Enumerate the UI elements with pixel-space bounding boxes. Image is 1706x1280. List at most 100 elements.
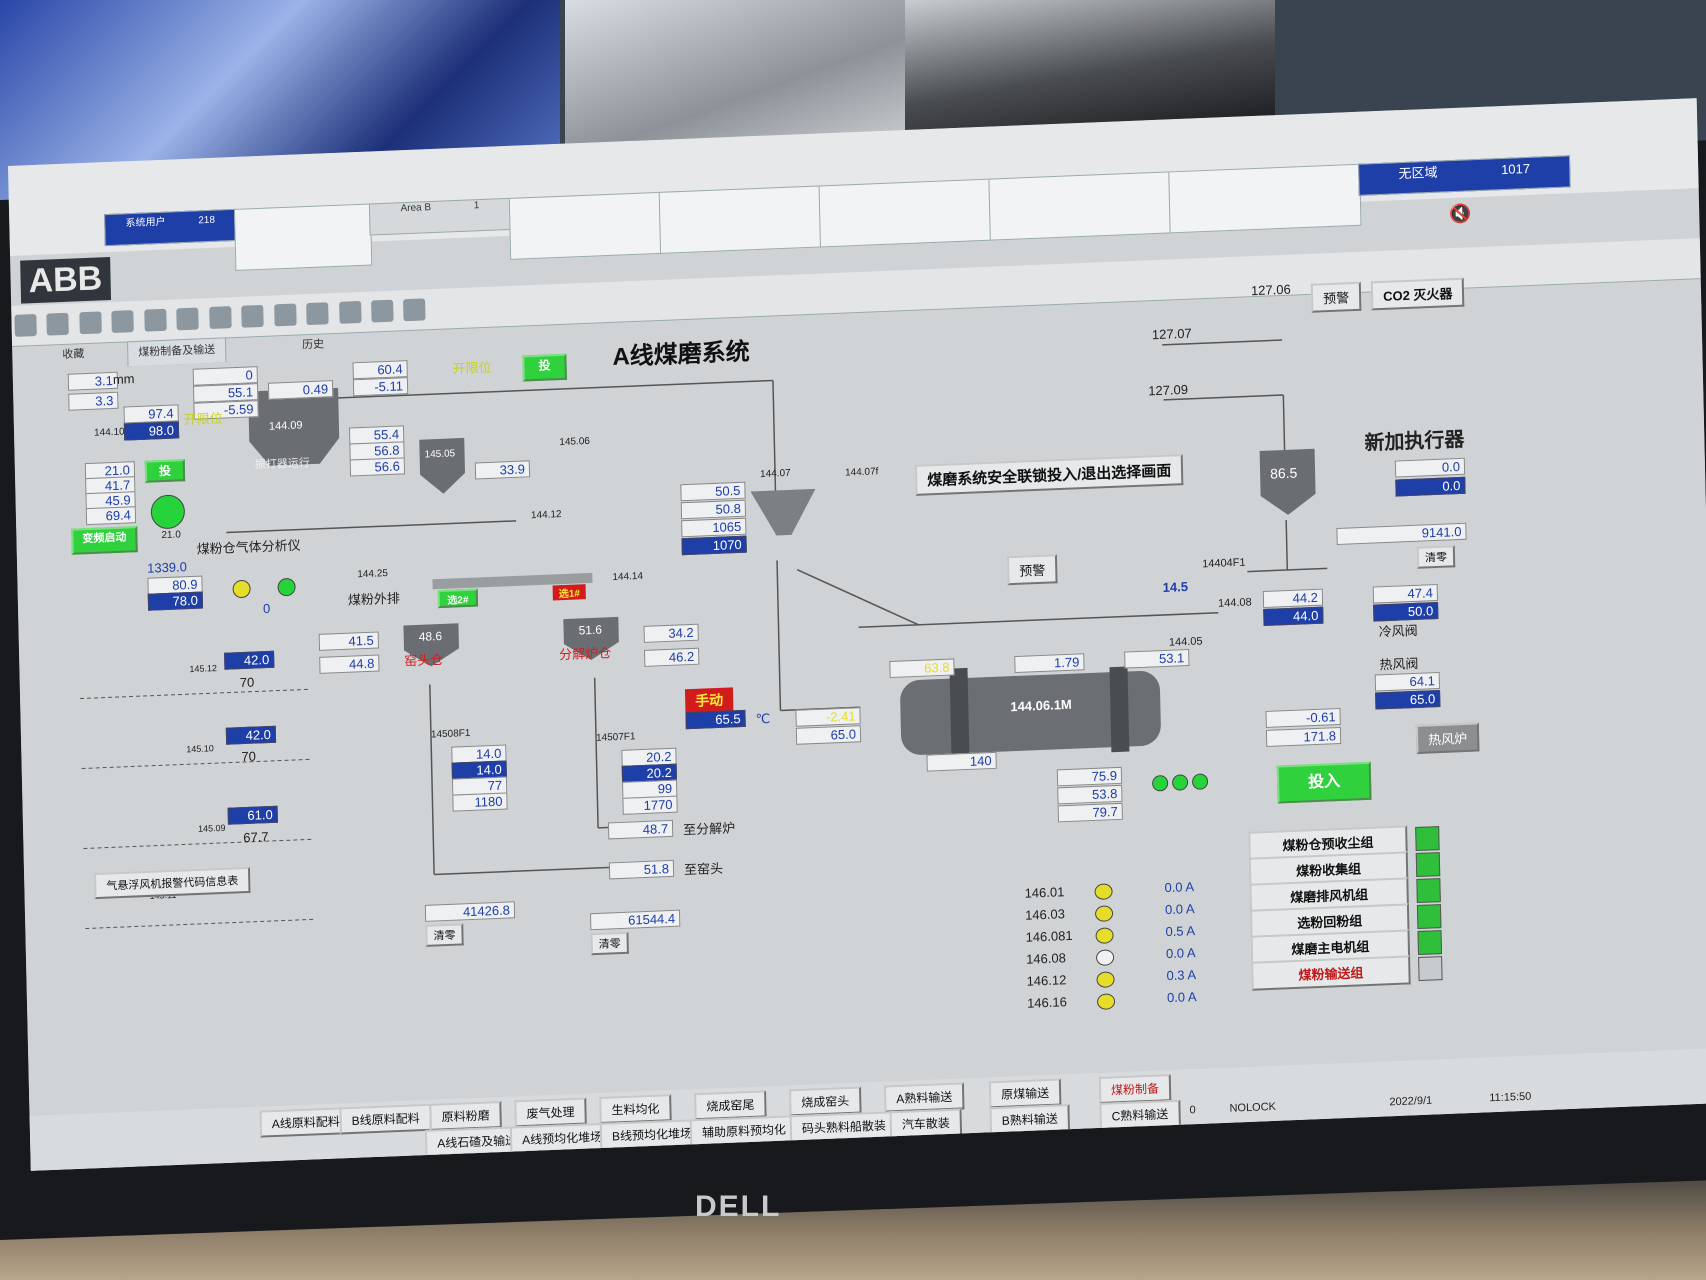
alarm-cell[interactable] <box>988 171 1172 241</box>
nav-button[interactable]: A线原料配料 <box>259 1106 353 1138</box>
total-61544: 61544.4 <box>590 909 681 931</box>
overview-icon[interactable] <box>46 312 70 336</box>
process-canvas: A线煤磨系统 3.1 mm 3.3 0 55.1 -5.59 0.49 97.4… <box>12 277 1706 1171</box>
alarm-cell[interactable] <box>658 185 822 254</box>
value-566: 56.6 <box>349 457 406 477</box>
coal-feed-440: 44.0 <box>1263 606 1324 626</box>
alarm-button-1[interactable]: 预警 <box>1006 554 1058 586</box>
spare-start-button[interactable]: 变频启动 <box>71 526 138 555</box>
zone-cell[interactable]: 无区域 1017 <box>1358 155 1571 196</box>
event-list-icon[interactable] <box>403 298 426 322</box>
feed-rpm1180: 1180 <box>452 792 508 812</box>
separator <box>750 488 816 536</box>
nav-button[interactable]: B线原料配料 <box>339 1103 432 1135</box>
fan-current: 0.3 A <box>1166 966 1197 984</box>
back-arrow-icon[interactable] <box>144 308 167 332</box>
temp-1718: 171.8 <box>1265 726 1342 747</box>
grid-icon[interactable] <box>306 302 329 326</box>
tab-favorites[interactable]: 收藏 <box>52 343 95 369</box>
group-status-indicator <box>1416 878 1441 904</box>
hot-furnace-button[interactable]: 热风炉 <box>1415 722 1480 754</box>
user-cell[interactable]: 系统用户 218 <box>104 208 237 247</box>
tou-button[interactable]: 投 <box>522 353 567 382</box>
warning-icon[interactable] <box>79 311 102 335</box>
select2-button[interactable]: 选2# <box>437 588 479 609</box>
flow-42a: 42.0 <box>224 650 275 670</box>
info-icon[interactable] <box>111 310 135 333</box>
user-label: 系统用户 <box>125 216 166 230</box>
manual-mode-indicator[interactable]: 手动 <box>684 687 734 714</box>
tag-145-05: 145.05 <box>424 448 456 461</box>
value-1065: 1065 <box>681 517 747 538</box>
tou-button-left[interactable]: 投 <box>144 459 186 483</box>
select1-button[interactable]: 选1# <box>552 584 587 601</box>
tag-144-07: 144.07 <box>759 467 791 481</box>
tag-144-05: 144.05 <box>1168 635 1203 649</box>
feed-rpm1770: 1770 <box>622 795 678 815</box>
pressure-487: 48.7 <box>607 819 674 840</box>
cold-valve-label: 冷风阀 <box>1378 622 1418 640</box>
nav-button[interactable]: 原煤输送 <box>988 1078 1062 1109</box>
value-mm2: 3.3 <box>68 391 119 411</box>
alarm-cell[interactable] <box>1168 163 1362 234</box>
value-415: 41.5 <box>318 631 379 651</box>
value-462: 46.2 <box>644 647 700 667</box>
page-title: A线煤磨系统 <box>612 338 750 371</box>
co2-extinguisher-button[interactable]: CO2 灭火器 <box>1370 277 1465 311</box>
tab-history[interactable]: 历史 <box>292 333 335 359</box>
alarm-cell[interactable] <box>233 203 373 271</box>
pressure-241: -2.41 <box>795 707 861 727</box>
open-limit-top: 开限位 <box>452 359 492 377</box>
value-342: 34.2 <box>643 623 699 643</box>
list-icon[interactable] <box>208 306 232 330</box>
hmi-screen: 系统用户 218 Area B 1 无区域 1017 🔇 ABB 收藏 煤粉制备… <box>8 98 1706 1171</box>
nav-button[interactable]: 汽车散装 <box>889 1108 963 1139</box>
motor-temp-1: 53.8 <box>1057 784 1123 805</box>
tag-144-12: 144.12 <box>530 509 562 522</box>
value-ppm0: 0 <box>262 600 271 617</box>
group-status-indicator <box>1415 826 1440 852</box>
status-date: 2022/9/1 <box>1389 1094 1433 1109</box>
window-icon[interactable] <box>338 300 362 324</box>
bin-level-865: 86.5 <box>1269 464 1298 482</box>
alarm-list-icon[interactable] <box>371 299 394 323</box>
tag-145-06: 145.06 <box>559 435 591 449</box>
tag-14507f1: 14507F1 <box>595 731 636 744</box>
tag-144-08: 144.08 <box>1217 596 1252 610</box>
chart-icon[interactable] <box>241 304 264 328</box>
tag-144-25: 144.25 <box>357 568 389 581</box>
alarm-cell[interactable] <box>818 178 992 248</box>
clear-button-1[interactable]: 清零 <box>425 923 464 947</box>
tag-144-07f: 144.07f <box>844 466 879 479</box>
alarm-cell[interactable] <box>508 191 663 260</box>
bin-level-486: 48.6 <box>418 628 443 644</box>
alarm-button-2[interactable]: 预警 <box>1310 281 1362 313</box>
forward-arrow-icon[interactable] <box>176 307 199 331</box>
fan-current: 0.0 A <box>1166 988 1197 1006</box>
valve-650: 65.0 <box>1375 689 1441 710</box>
coal-feed-442: 44.2 <box>1262 588 1324 608</box>
nav-button[interactable]: 废气处理 <box>514 1097 587 1128</box>
clear-button-3[interactable]: 清零 <box>1416 545 1456 569</box>
flow-42b: 42.0 <box>225 725 277 745</box>
group-status-indicator <box>1418 956 1443 982</box>
value-kpa-511: -5.11 <box>352 377 409 397</box>
group-status-indicator <box>1417 930 1443 956</box>
kiln-head-label: 窑头仓 <box>404 651 444 669</box>
group-status-indicator <box>1415 852 1441 878</box>
zone-label: 无区域 <box>1398 164 1438 182</box>
tag-145-12: 145.12 <box>189 663 218 675</box>
value-508: 50.8 <box>680 499 747 520</box>
new-actuator-title: 新加执行器 <box>1364 428 1465 455</box>
group-status-indicator <box>1416 904 1442 930</box>
trend-icon[interactable] <box>273 303 297 327</box>
clear-button-2[interactable]: 清零 <box>590 931 629 956</box>
hot-valve-label: 热风阀 <box>1379 655 1419 673</box>
fan-tag: 146.16 <box>1026 994 1068 1011</box>
touru-button[interactable]: 投入 <box>1276 761 1372 804</box>
valve-474: 47.4 <box>1372 583 1439 604</box>
hopper-145-05 <box>419 437 466 494</box>
area-cell[interactable]: Area B 1 <box>368 197 512 236</box>
mute-icon[interactable]: 🔇 <box>1449 203 1472 225</box>
home-icon[interactable] <box>14 313 37 337</box>
